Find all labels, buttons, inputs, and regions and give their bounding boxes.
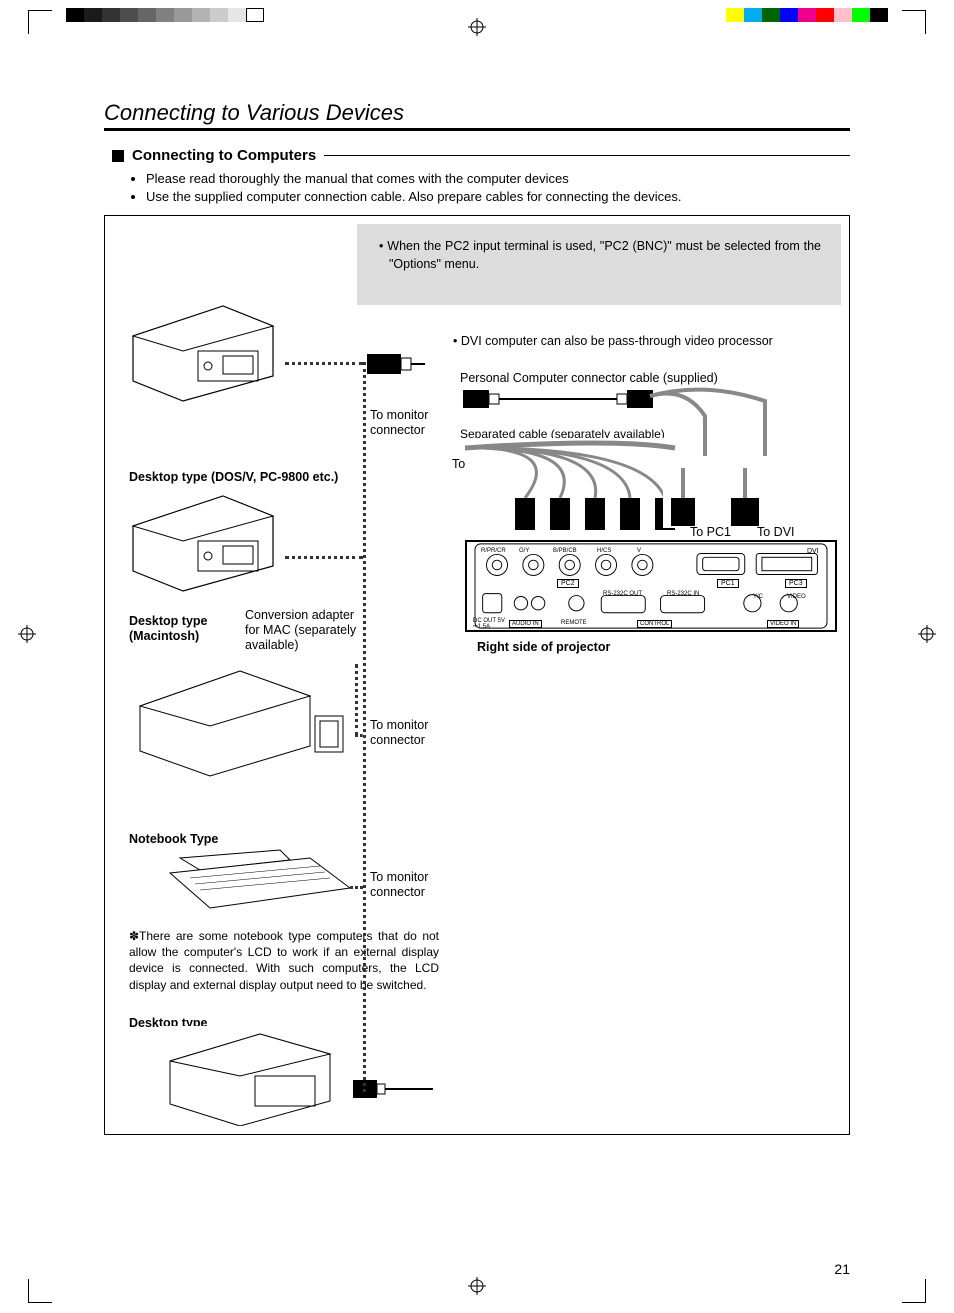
panel-yc: Y/C xyxy=(753,594,763,600)
to-monitor-3: To monitor connector xyxy=(370,870,450,900)
dotted-2 xyxy=(285,556,363,559)
registration-mark-right xyxy=(918,625,936,643)
to-dvi: To DVI xyxy=(757,525,795,540)
cable-arc-pc1-dvi xyxy=(645,386,805,476)
dotted-vert-main xyxy=(363,362,366,1092)
registration-mark-top xyxy=(468,18,486,36)
device-desktop xyxy=(160,1026,360,1126)
panel-bnc1: R/PR/CR xyxy=(481,548,506,554)
panel-bnc3: B/PB/CB xyxy=(553,548,577,554)
section-title: Connecting to Computers xyxy=(132,147,316,164)
panel-control: CONTROL xyxy=(637,620,672,628)
desktop-dosv-label: Desktop type (DOS/V, PC-9800 etc.) xyxy=(129,470,349,485)
dotted-3b xyxy=(355,664,358,736)
panel-pc2: PC2 xyxy=(557,579,579,588)
panel-remote: REMOTE xyxy=(561,620,587,626)
page-title: Connecting to Various Devices xyxy=(104,100,850,131)
grayscale-bar xyxy=(66,8,264,22)
crop-mark-br xyxy=(902,1279,926,1303)
note-text: When the PC2 input terminal is used, "PC… xyxy=(387,239,821,271)
bullet-1: Please read thoroughly the manual that c… xyxy=(146,170,850,188)
crop-mark-bl xyxy=(28,1279,52,1303)
notebook-label: Notebook Type xyxy=(129,832,218,847)
dvi-note: • DVI computer can also be pass-through … xyxy=(453,334,843,349)
panel-audioin: AUDIO IN xyxy=(509,620,542,628)
square-bullet-icon xyxy=(112,150,124,162)
page-number: 21 xyxy=(834,1261,850,1277)
panel-bnc2: G/Y xyxy=(519,548,529,554)
right-side-label: Right side of projector xyxy=(477,640,610,654)
notebook-footnote: ✽There are some notebook type computers … xyxy=(129,928,439,993)
panel-pc1: PC1 xyxy=(717,579,739,588)
panel-bnc4: H/CS xyxy=(597,548,611,554)
pc1-plug xyxy=(663,468,703,528)
bullet-2: Use the supplied computer connection cab… xyxy=(146,188,850,206)
rule-line xyxy=(324,155,850,156)
device-adapter-illustration xyxy=(130,661,350,781)
panel-video: VIDEO xyxy=(787,594,806,600)
dotted-1 xyxy=(285,362,363,365)
panel-dvi: DVI xyxy=(807,548,819,555)
intro-bullets: Please read thoroughly the manual that c… xyxy=(132,170,850,205)
option-note-box: • When the PC2 input terminal is used, "… xyxy=(357,224,841,305)
crop-mark-tl xyxy=(28,10,52,34)
registration-mark-left xyxy=(18,625,36,643)
panel-videoin: VIDEO IN xyxy=(767,620,799,628)
panel-bnc5: V xyxy=(637,548,641,554)
registration-mark-bottom xyxy=(468,1277,486,1295)
section-heading: Connecting to Computers xyxy=(112,147,850,164)
color-bar xyxy=(726,8,888,22)
projector-panel: R/PR/CR G/Y B/PB/CB H/CS V PC2 PC1 DVI P… xyxy=(465,540,837,632)
to-pc1: To PC1 xyxy=(690,525,731,540)
dvi-connector-icon xyxy=(363,346,425,382)
device-dosv xyxy=(123,296,283,406)
crop-mark-tr xyxy=(902,10,926,34)
device-macintosh xyxy=(123,486,283,596)
to-monitor-1: To monitor connector xyxy=(370,408,450,438)
panel-rs232out: RS-232C OUT xyxy=(603,591,642,597)
conversion-adapter-label: Conversion adapter for MAC (separately a… xyxy=(245,608,365,653)
desktop-mac-label: Desktop type (Macintosh) xyxy=(129,614,229,644)
panel-rs232in: RS-232C IN xyxy=(667,591,699,597)
panel-pc3: PC3 xyxy=(785,579,807,588)
device-notebook xyxy=(160,848,360,918)
cable-supplied: Personal Computer connector cable (suppl… xyxy=(460,371,760,386)
panel-dcout: DC OUT 5V ⎓1.5A xyxy=(473,618,507,630)
to-monitor-2: To monitor connector xyxy=(370,718,450,748)
pc-connector-cable-icon xyxy=(463,388,653,410)
dvi-plug xyxy=(725,468,765,528)
dotted-4 xyxy=(350,886,363,889)
diagram-frame: • When the PC2 input terminal is used, "… xyxy=(104,215,850,1135)
